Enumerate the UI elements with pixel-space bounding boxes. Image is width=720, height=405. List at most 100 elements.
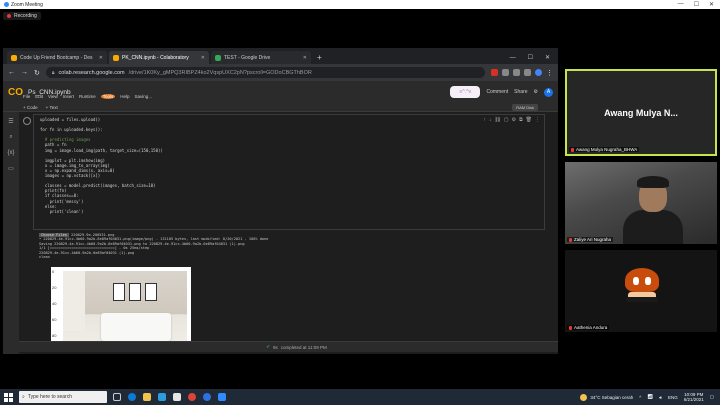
- new-tab-icon[interactable]: +: [313, 51, 326, 64]
- ram-disk-indicator[interactable]: RAM Disk: [512, 103, 538, 111]
- wall-frame: [145, 283, 157, 301]
- file-explorer-icon[interactable]: [143, 393, 151, 401]
- mail-icon[interactable]: [173, 393, 181, 401]
- bed: [101, 313, 171, 341]
- menu-help[interactable]: Help: [120, 94, 129, 99]
- address-bar[interactable]: 🔒︎ colab.research.google.com/drive/1K0Ky…: [45, 67, 485, 78]
- move-up-icon[interactable]: ↑: [483, 117, 486, 123]
- minimize-icon[interactable]: —: [678, 1, 684, 8]
- notebook-body: ↑ ↓ ⛓ ▢ ⚙ ⧉ 🗑︎ ⋮ uploaded = files.upload…: [19, 112, 558, 354]
- add-code-button[interactable]: + Code: [23, 105, 38, 110]
- participant-tile-avatar[interactable]: Aathenia Andura: [565, 250, 717, 332]
- menu-file[interactable]: File: [23, 94, 30, 99]
- account-avatar[interactable]: A: [544, 87, 553, 97]
- tab-close-icon[interactable]: ✕: [201, 55, 205, 61]
- chrome-icon[interactable]: [188, 393, 196, 401]
- colab-menubar: File Edit View Insert Runtime Tools Help…: [23, 94, 152, 99]
- browser-tabstrip: Code Up Friend Bootcamp - Des ✕ PK_CNN.i…: [3, 48, 558, 64]
- tab-google-drive[interactable]: TEST - Google Drive ✕: [211, 51, 311, 64]
- code-line: img = image.load_img(path, target_size=(…: [40, 147, 163, 153]
- reload-icon[interactable]: ↻: [34, 69, 40, 77]
- settings-gear-icon[interactable]: ⚙: [534, 89, 538, 95]
- puzzle-icon[interactable]: [524, 69, 531, 76]
- menu-edit[interactable]: Edit: [35, 94, 43, 99]
- run-cell-icon[interactable]: [23, 117, 31, 125]
- menu-runtime[interactable]: Runtime: [79, 94, 96, 99]
- tab-bootcamp[interactable]: Code Up Friend Bootcamp - Des ✕: [7, 51, 107, 64]
- move-down-icon[interactable]: ↓: [489, 117, 492, 123]
- code-editor[interactable]: uploaded = files.upload() for fn in uploa…: [40, 117, 163, 214]
- browser-toolbar: ← → ↻ 🔒︎ colab.research.google.com/drive…: [3, 64, 558, 81]
- comment-button[interactable]: Comment: [486, 89, 508, 95]
- lock-icon: 🔒︎: [51, 69, 55, 76]
- link-icon[interactable]: ⛓: [494, 117, 500, 123]
- taskbar-search[interactable]: ⌕ Type here to search: [19, 391, 107, 403]
- cats-mascot-icon: ≡^.^≡: [450, 86, 481, 98]
- search-icon[interactable]: ⌕: [9, 134, 12, 141]
- toc-icon[interactable]: ☰: [8, 118, 13, 125]
- extension-icon[interactable]: [491, 69, 498, 76]
- close-icon[interactable]: ✕: [709, 1, 714, 8]
- forward-icon[interactable]: →: [21, 69, 28, 76]
- tab-colab-notebook[interactable]: PK_CNN.ipynb - Colaboratory ✕: [109, 51, 209, 64]
- maximize-icon[interactable]: ☐: [694, 1, 699, 8]
- participant-tile-active-speaker[interactable]: Awang Mulya N... Awang Mulya Nugraha_BHW…: [565, 69, 717, 156]
- zoom-taskbar-icon[interactable]: [218, 393, 226, 401]
- share-button[interactable]: Share: [514, 89, 527, 95]
- mic-muted-icon: [571, 147, 574, 152]
- extension-icon[interactable]: [513, 69, 520, 76]
- code-cell[interactable]: ↑ ↓ ⛓ ▢ ⚙ ⧉ 🗑︎ ⋮ uploaded = files.upload…: [23, 114, 545, 230]
- code-snippets-icon[interactable]: {x}: [7, 150, 14, 156]
- close-icon[interactable]: ✕: [545, 54, 550, 61]
- bedroom-image: [63, 271, 187, 349]
- files-folder-icon[interactable]: ▭: [8, 165, 14, 172]
- tray-chevron-icon[interactable]: ^: [639, 395, 641, 400]
- store-icon[interactable]: [158, 393, 166, 401]
- participant-name-label: Awang Mulya Nugraha_BHWA: [569, 147, 640, 152]
- saving-status: Saving...: [134, 94, 153, 99]
- comment-icon[interactable]: ▢: [504, 117, 509, 123]
- taskbar-clock[interactable]: 10:09 PM 6/21/2021: [684, 392, 704, 403]
- y-tick-label: 60: [52, 317, 57, 322]
- profile-avatar-icon[interactable]: [535, 69, 542, 76]
- minimize-icon[interactable]: —: [510, 55, 516, 61]
- task-view-icon[interactable]: [113, 393, 121, 401]
- input-language[interactable]: ENG: [668, 395, 678, 400]
- tab-close-icon[interactable]: ✕: [99, 55, 103, 61]
- volume-icon[interactable]: 🔊︎: [659, 395, 662, 400]
- settings-gear-icon[interactable]: ⚙: [512, 117, 516, 123]
- more-icon[interactable]: ⋮: [535, 117, 540, 123]
- recording-indicator[interactable]: Recording: [3, 12, 41, 20]
- zoom-window: Zoom Meeting — ☐ ✕ Recording Code Up Fri…: [0, 0, 720, 405]
- delete-icon[interactable]: 🗑︎: [526, 117, 532, 123]
- colab-logo: CO: [8, 86, 23, 98]
- window-curtain: [63, 271, 85, 331]
- record-dot-icon: [7, 14, 11, 18]
- windows-start-icon[interactable]: [4, 392, 13, 402]
- edge-icon[interactable]: [128, 393, 136, 401]
- cell-toolbar: ↑ ↓ ⛓ ▢ ⚙ ⧉ 🗑︎ ⋮: [483, 117, 540, 123]
- vscode-icon[interactable]: [203, 393, 211, 401]
- shared-screen-browser: Code Up Friend Bootcamp - Des ✕ PK_CNN.i…: [3, 48, 558, 354]
- menu-insert[interactable]: Insert: [63, 94, 74, 99]
- extension-icon[interactable]: [502, 69, 509, 76]
- maximize-icon[interactable]: ☐: [528, 54, 533, 61]
- menu-view[interactable]: View: [48, 94, 58, 99]
- tab-label: PK_CNN.ipynb - Colaboratory: [122, 54, 189, 61]
- participant-name: Zaliye Ari Nugraha: [574, 237, 612, 242]
- add-text-button[interactable]: + Text: [46, 105, 58, 110]
- check-icon: ✔: [266, 344, 271, 349]
- zoom-window-title: Zoom Meeting: [11, 1, 43, 8]
- weather-widget[interactable]: 34°C Sebagian cerah: [580, 393, 633, 401]
- participant-tile-video[interactable]: Zaliye Ari Nugraha: [565, 162, 717, 244]
- y-tick-label: 80: [52, 333, 57, 338]
- person-hair: [637, 176, 669, 188]
- kebab-menu-icon[interactable]: ⋮: [546, 69, 553, 77]
- tab-label: TEST - Google Drive: [224, 54, 271, 61]
- mirror-cell-icon[interactable]: ⧉: [519, 117, 523, 123]
- tab-close-icon[interactable]: ✕: [303, 55, 307, 61]
- notifications-icon[interactable]: ▢: [710, 394, 714, 400]
- back-icon[interactable]: ←: [8, 69, 15, 76]
- network-icon[interactable]: 📶︎: [647, 394, 653, 400]
- menu-tools[interactable]: Tools: [100, 94, 116, 99]
